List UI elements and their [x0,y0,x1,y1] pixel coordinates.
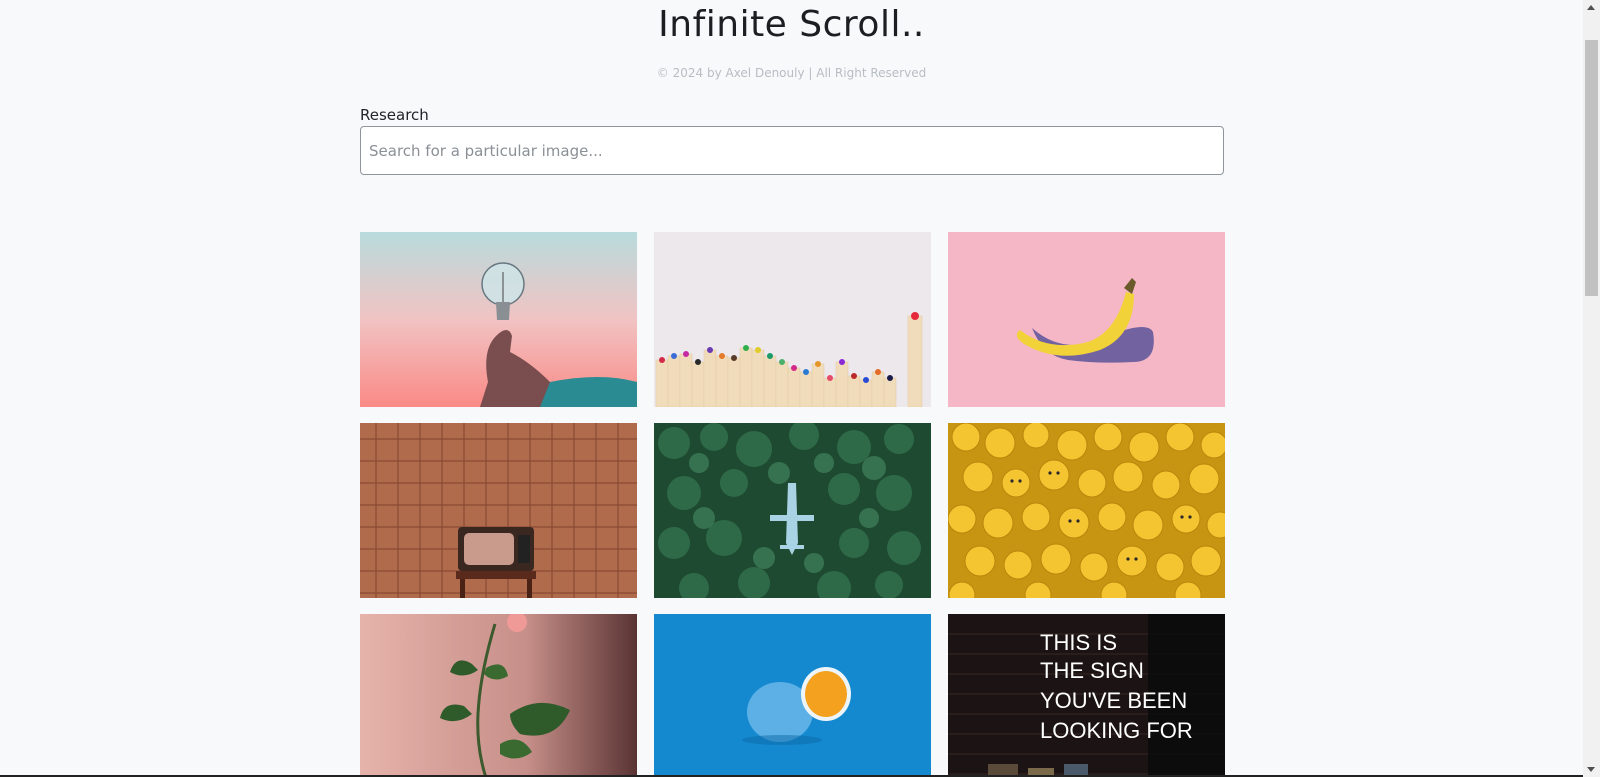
neon-sign-line-1: THIS IS [1040,630,1117,655]
search-label: Research [360,106,429,124]
vertical-scrollbar[interactable] [1583,0,1600,777]
neon-sign-image[interactable]: THIS IS THE SIGN YOU'VE BEEN LOOKING FOR [948,614,1225,777]
lightbulb-in-hand-image[interactable] [360,232,637,407]
neon-sign-line-2: THE SIGN [1040,658,1144,683]
copyright-text: © 2024 by Axel Denouly | All Right Reser… [656,66,927,80]
banana-on-pink-image[interactable] [948,232,1225,407]
airplane-in-forest-image[interactable] [654,423,931,598]
lego-heads-image[interactable] [948,423,1225,598]
rose-image[interactable] [360,614,637,777]
page-title: Infinite Scroll.. [658,4,925,45]
scroll-up-arrow-icon[interactable] [1587,5,1595,10]
scrollbar-thumb[interactable] [1585,40,1598,296]
neon-sign-line-3: YOU'VE BEEN [1040,688,1187,713]
colored-pencils-image[interactable] [654,232,931,407]
retro-tv-image[interactable] [360,423,637,598]
scroll-down-arrow-icon[interactable] [1587,767,1595,772]
blue-orange-image[interactable] [654,614,931,777]
neon-sign-line-4: LOOKING FOR [1040,718,1193,743]
image-grid: THIS IS THE SIGN YOU'VE BEEN LOOKING FOR [360,232,1225,777]
search-input[interactable] [360,126,1224,175]
